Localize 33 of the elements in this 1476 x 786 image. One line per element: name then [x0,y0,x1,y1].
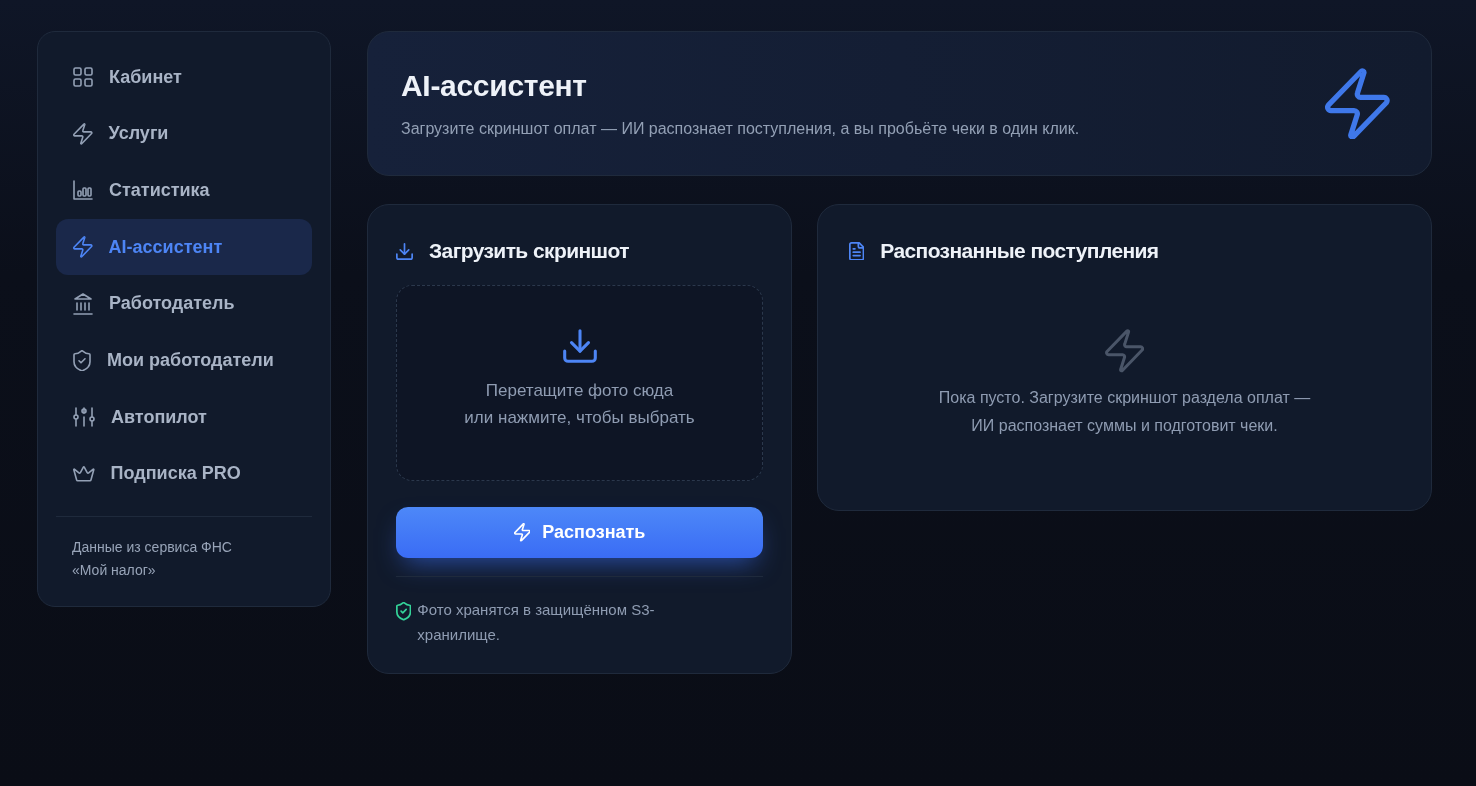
grid-icon [73,67,93,87]
sidebar-item[interactable]: Работодатель [56,275,312,332]
sidebar-item[interactable]: AI-ассистент [56,219,312,276]
drop-zone-hint: Перетащите фото сюда или нажмите, чтобы выбрать [464,380,695,429]
lightning-icon [73,236,93,258]
page-title: AI-ассистент [401,67,588,104]
bank-icon [73,292,93,315]
sidebar-item[interactable]: Мои работодатели [56,332,312,389]
bar-chart-icon [73,180,93,201]
lightning-icon [73,122,93,145]
recognize-button[interactable]: Распознать [396,507,763,558]
document-icon [849,241,865,261]
lightning-icon [1104,329,1145,373]
lightning-icon [1325,67,1390,140]
drop-zone[interactable]: Перетащите фото сюда или нажмите, чтобы выбрать [396,285,763,481]
empty-state-text: Пока пусто. Загрузите скриншот раздела оплат — ИИ распознает суммы и подготовит чеки. [938,387,1311,436]
storage-note: Фото хранятся в защищённом S3-хранилище. [417,600,656,645]
sidebar-item[interactable]: Подписка PRO [56,445,312,502]
sidebar-footer-text: Данные из сервиса ФНС «Мой налог» [71,537,233,580]
card-title: Загрузить скриншот [429,238,629,264]
download-icon [562,329,597,363]
sidebar-item[interactable]: Кабинет [56,49,312,105]
card-title: Распознанные поступления [880,238,1159,264]
page-subtitle: Загрузите скриншот оплат — ИИ распознает поступления, а вы пробьёте чеки в один клик. [401,118,1080,139]
download-icon [396,242,413,260]
sidebar-item[interactable]: Услуги [56,105,312,162]
sidebar-item[interactable]: Автопилот [56,389,312,446]
crown-icon [73,466,95,482]
lightning-icon [513,523,531,542]
sidebar-item[interactable]: Статистика [56,162,312,219]
shield-check-icon [73,349,91,372]
shield-check-icon [396,602,412,621]
sliders-icon [73,407,95,428]
